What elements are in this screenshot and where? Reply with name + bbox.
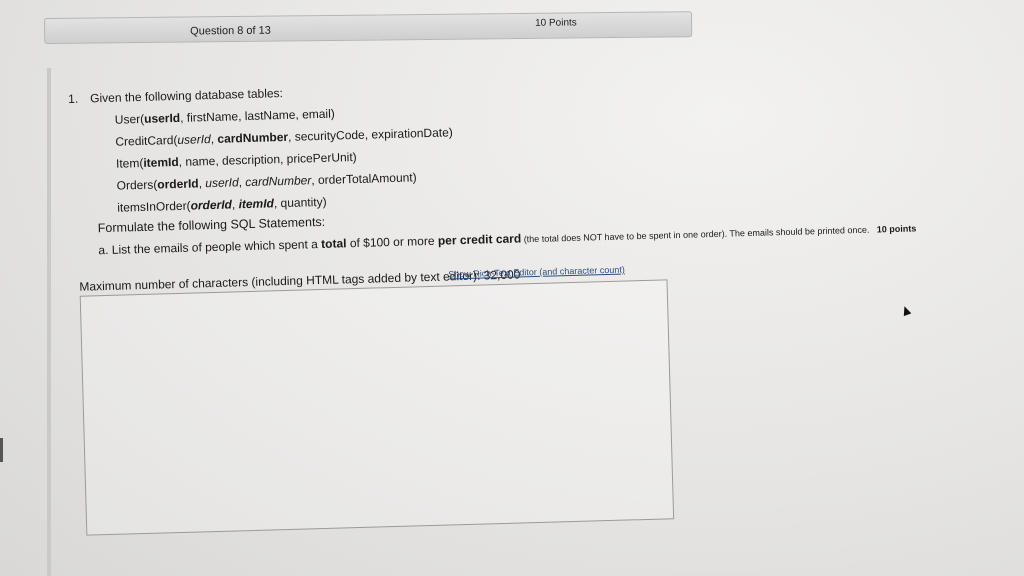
table-text-segment: , securityCode, expirationDate) xyxy=(287,125,453,144)
table-text-segment: Item( xyxy=(115,155,144,171)
table-definition-user: User(userId, firstName, lastName, email) xyxy=(115,107,335,127)
table-definition-orders: Orders(orderId, userId, cardNumber, orde… xyxy=(116,170,416,192)
table-text-segment: , name, description, pricePerUnit) xyxy=(178,149,357,169)
table-text-segment: CreditCard( xyxy=(115,132,178,149)
question-intro: Given the following database tables: xyxy=(89,86,284,106)
sub-question-letter: a. xyxy=(98,242,109,258)
table-definition-creditcard: CreditCard(userId, cardNumber, securityC… xyxy=(115,125,453,148)
answer-textarea[interactable] xyxy=(79,279,675,536)
table-text-segment: orderId xyxy=(190,197,233,213)
show-rich-text-editor-link[interactable]: Show Rich-Text Editor (and character cou… xyxy=(448,265,625,280)
table-text-segment: itemsInOrder( xyxy=(117,198,191,215)
table-text-segment: userId xyxy=(143,110,181,126)
table-text-segment: orderId xyxy=(157,176,199,192)
table-text-segment: Orders( xyxy=(116,177,158,193)
table-text-segment: userId xyxy=(205,175,239,191)
sub-question-points: 10 points xyxy=(876,223,917,235)
table-text-segment: , firstName, lastName, email) xyxy=(179,106,335,125)
question-content: 1. Given the following database tables: … xyxy=(68,66,1008,536)
table-text-segment: itemId xyxy=(143,154,179,170)
table-definition-itemsinorder: itemsInOrder(orderId, itemId, quantity) xyxy=(117,195,327,215)
instructions-text: Formulate the following SQL Statements: xyxy=(97,214,326,236)
table-text-segment: itemId xyxy=(238,196,275,212)
table-text-segment: , quantity) xyxy=(273,194,327,211)
question-number: 1. xyxy=(68,91,79,106)
table-text-segment: User( xyxy=(114,111,145,127)
table-text-segment: userId xyxy=(177,132,211,147)
table-text-segment: cardNumber xyxy=(245,173,312,190)
question-points: 10 Points xyxy=(535,17,577,29)
table-text-segment: , orderTotalAmount) xyxy=(311,170,417,188)
left-divider xyxy=(47,68,51,576)
window-edge-mark xyxy=(0,438,3,462)
question-counter: Question 8 of 13 xyxy=(190,24,271,38)
table-definition-item: Item(itemId, name, description, pricePer… xyxy=(116,150,357,171)
mouse-pointer-icon xyxy=(900,304,912,317)
table-text-segment: cardNumber xyxy=(217,129,289,146)
question-header-bar: Question 8 of 13 10 Points xyxy=(44,11,693,44)
